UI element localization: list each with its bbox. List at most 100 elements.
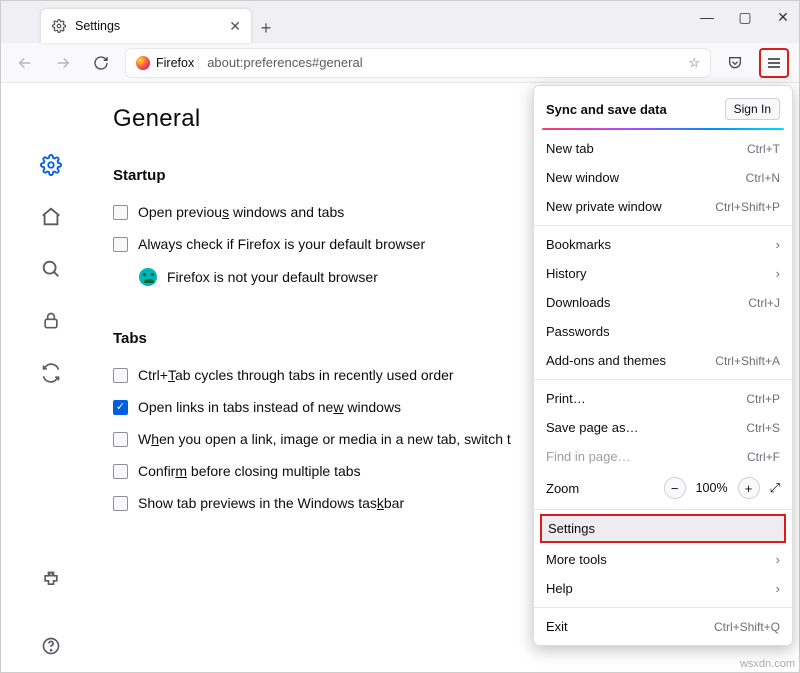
menu-exit[interactable]: Exit Ctrl+Shift+Q <box>534 612 792 641</box>
menu-settings[interactable]: Settings <box>540 514 786 543</box>
menu-item-shortcut: Ctrl+Shift+Q <box>714 620 780 634</box>
back-button[interactable] <box>11 49 39 77</box>
support-icon[interactable] <box>39 634 63 658</box>
menu-item-shortcut: Ctrl+T <box>747 142 780 156</box>
identity-box[interactable]: Firefox <box>136 56 199 70</box>
menu-item-label: Find in page… <box>546 449 631 464</box>
chevron-right-icon: › <box>776 581 780 596</box>
menu-more-tools[interactable]: More tools › <box>534 545 792 574</box>
menu-item-label: Bookmarks <box>546 237 611 252</box>
menu-addons[interactable]: Add-ons and themes Ctrl+Shift+A <box>534 346 792 375</box>
sync-title: Sync and save data <box>546 102 667 117</box>
extensions-icon[interactable] <box>39 568 63 592</box>
checkbox-icon <box>113 400 128 415</box>
close-tab-icon[interactable]: ✕ <box>229 18 241 35</box>
titlebar: Settings ✕ + — ▢ ✕ <box>1 1 799 43</box>
minimize-button[interactable]: — <box>699 9 715 26</box>
checkbox-icon <box>113 237 128 252</box>
menu-item-shortcut: Ctrl+F <box>747 450 780 464</box>
pocket-button[interactable] <box>721 49 749 77</box>
browser-tab[interactable]: Settings ✕ <box>41 9 251 43</box>
checkbox-label: Open links in tabs instead of new window… <box>138 399 401 415</box>
forward-button[interactable] <box>49 49 77 77</box>
menu-item-label: New private window <box>546 199 662 214</box>
menu-item-label: Add-ons and themes <box>546 353 666 368</box>
checkbox-icon <box>113 205 128 220</box>
maximize-button[interactable]: ▢ <box>737 9 753 26</box>
menu-separator <box>534 509 792 510</box>
menu-item-label: History <box>546 266 586 281</box>
reload-button[interactable] <box>87 49 115 77</box>
checkbox-icon <box>113 496 128 511</box>
gear-icon <box>51 18 67 34</box>
checkbox-label: Open previous windows and tabs <box>138 204 344 220</box>
menu-item-label: Print… <box>546 391 586 406</box>
menu-help[interactable]: Help › <box>534 574 792 603</box>
category-nav <box>1 83 101 672</box>
checkbox-icon <box>113 464 128 479</box>
app-menu-button[interactable] <box>759 48 789 78</box>
menu-passwords[interactable]: Passwords <box>534 317 792 346</box>
menu-new-private-window[interactable]: New private window Ctrl+Shift+P <box>534 192 792 221</box>
category-general-icon[interactable] <box>39 153 63 177</box>
menu-item-shortcut: Ctrl+J <box>748 296 780 310</box>
checkbox-label: Ctrl+Tab cycles through tabs in recently… <box>138 367 454 383</box>
menu-separator <box>534 607 792 608</box>
menu-downloads[interactable]: Downloads Ctrl+J <box>534 288 792 317</box>
menu-item-shortcut: Ctrl+N <box>746 171 780 185</box>
identity-label: Firefox <box>156 56 194 70</box>
menu-history[interactable]: History › <box>534 259 792 288</box>
url-text: about:preferences#general <box>207 55 680 70</box>
checkbox-icon <box>113 368 128 383</box>
window-controls: — ▢ ✕ <box>699 9 791 26</box>
menu-item-label: Settings <box>548 521 595 536</box>
new-tab-button[interactable]: + <box>251 13 281 43</box>
zoom-label: Zoom <box>546 481 654 496</box>
zoom-out-button[interactable]: − <box>664 477 686 499</box>
menu-separator <box>534 225 792 226</box>
menu-separator <box>534 379 792 380</box>
menu-item-label: Save page as… <box>546 420 639 435</box>
menu-new-tab[interactable]: New tab Ctrl+T <box>534 134 792 163</box>
category-search-icon[interactable] <box>39 257 63 281</box>
category-privacy-icon[interactable] <box>39 309 63 333</box>
category-sync-icon[interactable] <box>39 361 63 385</box>
checkbox-label: Always check if Firefox is your default … <box>138 236 425 252</box>
category-home-icon[interactable] <box>39 205 63 229</box>
menu-item-label: Exit <box>546 619 568 634</box>
close-window-button[interactable]: ✕ <box>775 9 791 26</box>
menu-bookmarks[interactable]: Bookmarks › <box>534 230 792 259</box>
watermark: wsxdn.com <box>740 658 795 670</box>
menu-item-label: Help <box>546 581 573 596</box>
fullscreen-icon[interactable]: ⤢ <box>770 480 780 496</box>
menu-item-shortcut: Ctrl+P <box>746 392 780 406</box>
menu-new-window[interactable]: New window Ctrl+N <box>534 163 792 192</box>
menu-save-page[interactable]: Save page as… Ctrl+S <box>534 413 792 442</box>
menu-item-shortcut: Ctrl+Shift+P <box>715 200 780 214</box>
firefox-logo-icon <box>136 56 150 70</box>
checkbox-label: Confirm before closing multiple tabs <box>138 463 361 479</box>
checkbox-label: When you open a link, image or media in … <box>138 431 511 447</box>
menu-item-shortcut: Ctrl+S <box>746 421 780 435</box>
menu-zoom-row: Zoom − 100% + ⤢ <box>534 471 792 505</box>
checkbox-label: Show tab previews in the Windows taskbar <box>138 495 404 511</box>
url-bar[interactable]: Firefox about:preferences#general ☆ <box>125 48 711 78</box>
menu-find-in-page[interactable]: Find in page… Ctrl+F <box>534 442 792 471</box>
gradient-divider <box>542 128 784 130</box>
sign-in-button[interactable]: Sign In <box>725 98 780 120</box>
menu-item-label: More tools <box>546 552 607 567</box>
app-menu: Sync and save data Sign In New tab Ctrl+… <box>533 85 793 646</box>
checkbox-icon <box>113 432 128 447</box>
menu-item-label: New window <box>546 170 619 185</box>
menu-print[interactable]: Print… Ctrl+P <box>534 384 792 413</box>
menu-item-label: New tab <box>546 141 594 156</box>
chevron-right-icon: › <box>776 237 780 252</box>
menu-item-label: Downloads <box>546 295 610 310</box>
zoom-in-button[interactable]: + <box>738 477 760 499</box>
status-text: Firefox is not your default browser <box>167 269 378 285</box>
bookmark-star-icon[interactable]: ☆ <box>688 55 700 71</box>
chevron-right-icon: › <box>776 266 780 281</box>
tab-title: Settings <box>75 19 221 33</box>
browser-toolbar: Firefox about:preferences#general ☆ <box>1 43 799 83</box>
menu-item-label: Passwords <box>546 324 610 339</box>
